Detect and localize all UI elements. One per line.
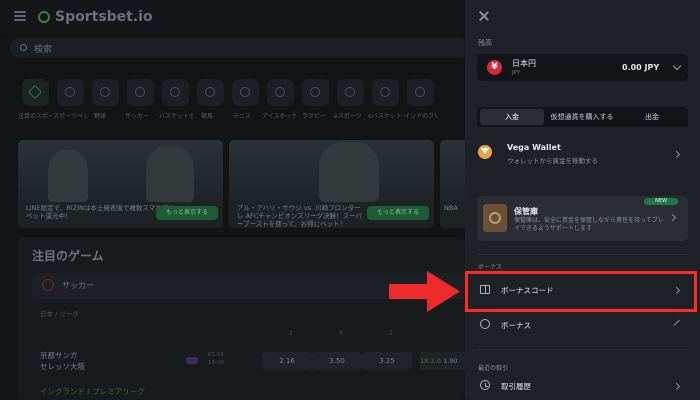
category-label: eバスケットボール xyxy=(368,113,402,120)
category-label: 野球 xyxy=(94,113,107,120)
odds-button[interactable]: 3.50 xyxy=(312,352,362,370)
search-icon xyxy=(20,44,27,51)
vega-wallet-title: Vega Wallet xyxy=(507,143,561,152)
currency-name: 日本円 xyxy=(512,59,536,68)
promo-banner[interactable]: アル・アハリ・サウジ vs. 川崎フロンターレ AFCチャンピオンズリーグ決勝！… xyxy=(229,140,434,228)
site-logo[interactable]: Sportsbet.io xyxy=(55,9,153,25)
rugby-icon xyxy=(310,87,320,97)
sport-icon xyxy=(65,87,75,97)
balance-section-label: 残高 xyxy=(478,39,492,47)
category-basketball[interactable] xyxy=(162,79,189,106)
banner-button[interactable]: もっと表示する xyxy=(156,206,218,220)
category-rugby[interactable] xyxy=(302,79,329,106)
away-team: セレッソ大阪 xyxy=(40,362,85,371)
side-market[interactable]: 1X 2.0 1.90 xyxy=(420,352,465,370)
category-label: ラグビー xyxy=(302,113,327,120)
vault-subtitle: 保管庫は、安全に資金を保管しながら責任を持ってプレイできるようサポートします xyxy=(514,217,664,232)
logo-icon[interactable] xyxy=(38,11,50,23)
red-arrow-annotation xyxy=(389,271,460,312)
bonus-section-label: ボーナス xyxy=(478,264,503,271)
banner-text: アル・アハリ・サウジ vs. 川崎フロンターレ AFCチャンピオンズリーグ決勝！… xyxy=(237,204,363,228)
side-market-value: 1.90 xyxy=(443,357,458,365)
category-horse-racing[interactable] xyxy=(197,79,224,106)
bonus-label: ボーナス xyxy=(501,321,531,330)
vega-wallet-subtitle: ウォレットから資金を移動する xyxy=(507,157,598,165)
bonus-icon xyxy=(480,319,490,329)
ebasketball-icon xyxy=(380,87,390,97)
tab-withdraw[interactable]: 出金 xyxy=(620,109,684,125)
tab-buy-crypto[interactable]: 仮想通貨を購入する xyxy=(546,109,618,125)
tennis-icon xyxy=(240,87,250,97)
baseball-icon xyxy=(100,87,110,97)
soccer-icon xyxy=(135,87,145,97)
fighter-figure xyxy=(48,150,88,202)
match-clock: 13:00 xyxy=(208,360,224,366)
cricket-icon xyxy=(415,87,425,97)
category-baseball[interactable] xyxy=(92,79,119,106)
home-team: 京都サンガ xyxy=(40,351,78,360)
fighter-figure xyxy=(146,146,194,202)
column-label: 2 xyxy=(389,330,393,337)
soccer-ball-icon xyxy=(42,279,54,291)
search-input[interactable]: 検索 xyxy=(34,42,52,55)
category-label: バスケットボール xyxy=(159,113,193,120)
arrow-head xyxy=(427,271,460,312)
horse-icon xyxy=(205,87,215,97)
side-market-label: 1X 2.0 xyxy=(420,357,441,365)
category-featured[interactable] xyxy=(22,79,49,106)
category-label: 競馬 xyxy=(201,113,214,120)
category-ice-hockey[interactable] xyxy=(267,79,294,106)
league-label[interactable]: 日本 / リーグ xyxy=(40,308,79,318)
transaction-history-label: 取引履歴 xyxy=(501,382,531,391)
promo-banner[interactable]: LINE限定で、RIZINは本土発表後で複数スマホプリーベット還元中！ もっと表… xyxy=(18,140,223,228)
history-section-label: 最近の取引 xyxy=(478,365,509,372)
divider xyxy=(477,349,688,350)
currency-code: JPY xyxy=(512,70,521,76)
category-label: インドのクリケット xyxy=(404,113,438,120)
category-ebasketball[interactable] xyxy=(372,79,399,106)
banner-button[interactable]: もっと表示する xyxy=(367,206,429,220)
tab-deposit[interactable]: 入金 xyxy=(480,109,544,125)
category-cricket[interactable] xyxy=(407,79,434,106)
highlight-box xyxy=(465,271,697,312)
column-label: X xyxy=(339,330,344,337)
hockey-icon xyxy=(275,87,285,97)
divider xyxy=(477,254,688,255)
category-label: サッカー xyxy=(125,113,150,120)
star-icon xyxy=(27,84,43,100)
sport-label: サッカー xyxy=(62,281,94,290)
clock-icon xyxy=(480,380,490,390)
arrow-shaft xyxy=(389,284,429,299)
stream-badge xyxy=(186,357,198,364)
category-soccer[interactable] xyxy=(127,79,154,106)
vega-wallet-icon xyxy=(478,145,492,159)
category-label: スポーツベット xyxy=(53,113,87,120)
match-date: 01.03 xyxy=(208,352,224,358)
basketball-icon xyxy=(170,87,180,97)
odds-button[interactable]: 3.25 xyxy=(362,352,412,370)
category-sports-bet[interactable] xyxy=(57,79,84,106)
category-label: eスポーツ xyxy=(334,113,362,120)
vault-title: 保管庫 xyxy=(514,207,538,216)
match-teams[interactable]: 京都サンガ セレッソ大阪 xyxy=(40,350,85,372)
search-bar[interactable] xyxy=(10,38,470,58)
vault-icon xyxy=(483,204,507,232)
external-link-icon xyxy=(674,322,680,328)
next-league-link[interactable]: イングランド / プレミアリーグ xyxy=(40,386,145,397)
category-esports[interactable] xyxy=(337,79,364,106)
featured-games-title: 注目のゲーム xyxy=(32,249,104,263)
esports-icon xyxy=(345,87,355,97)
yen-icon: ¥ xyxy=(487,60,502,75)
close-icon[interactable] xyxy=(478,10,490,22)
match-time: 01.03 13:00 xyxy=(208,351,224,367)
category-label: 注目のスポーツ xyxy=(18,113,52,120)
hamburger-menu-icon[interactable] xyxy=(14,11,26,21)
column-label: 1 xyxy=(289,330,293,337)
balance-value: 0.00 JPY xyxy=(622,63,660,72)
odds-button[interactable]: 2.16 xyxy=(262,352,312,370)
category-tennis[interactable] xyxy=(232,79,259,106)
player-figure xyxy=(319,142,379,202)
category-label: アイスホッケー xyxy=(262,113,296,120)
new-badge: NEW xyxy=(644,198,678,205)
